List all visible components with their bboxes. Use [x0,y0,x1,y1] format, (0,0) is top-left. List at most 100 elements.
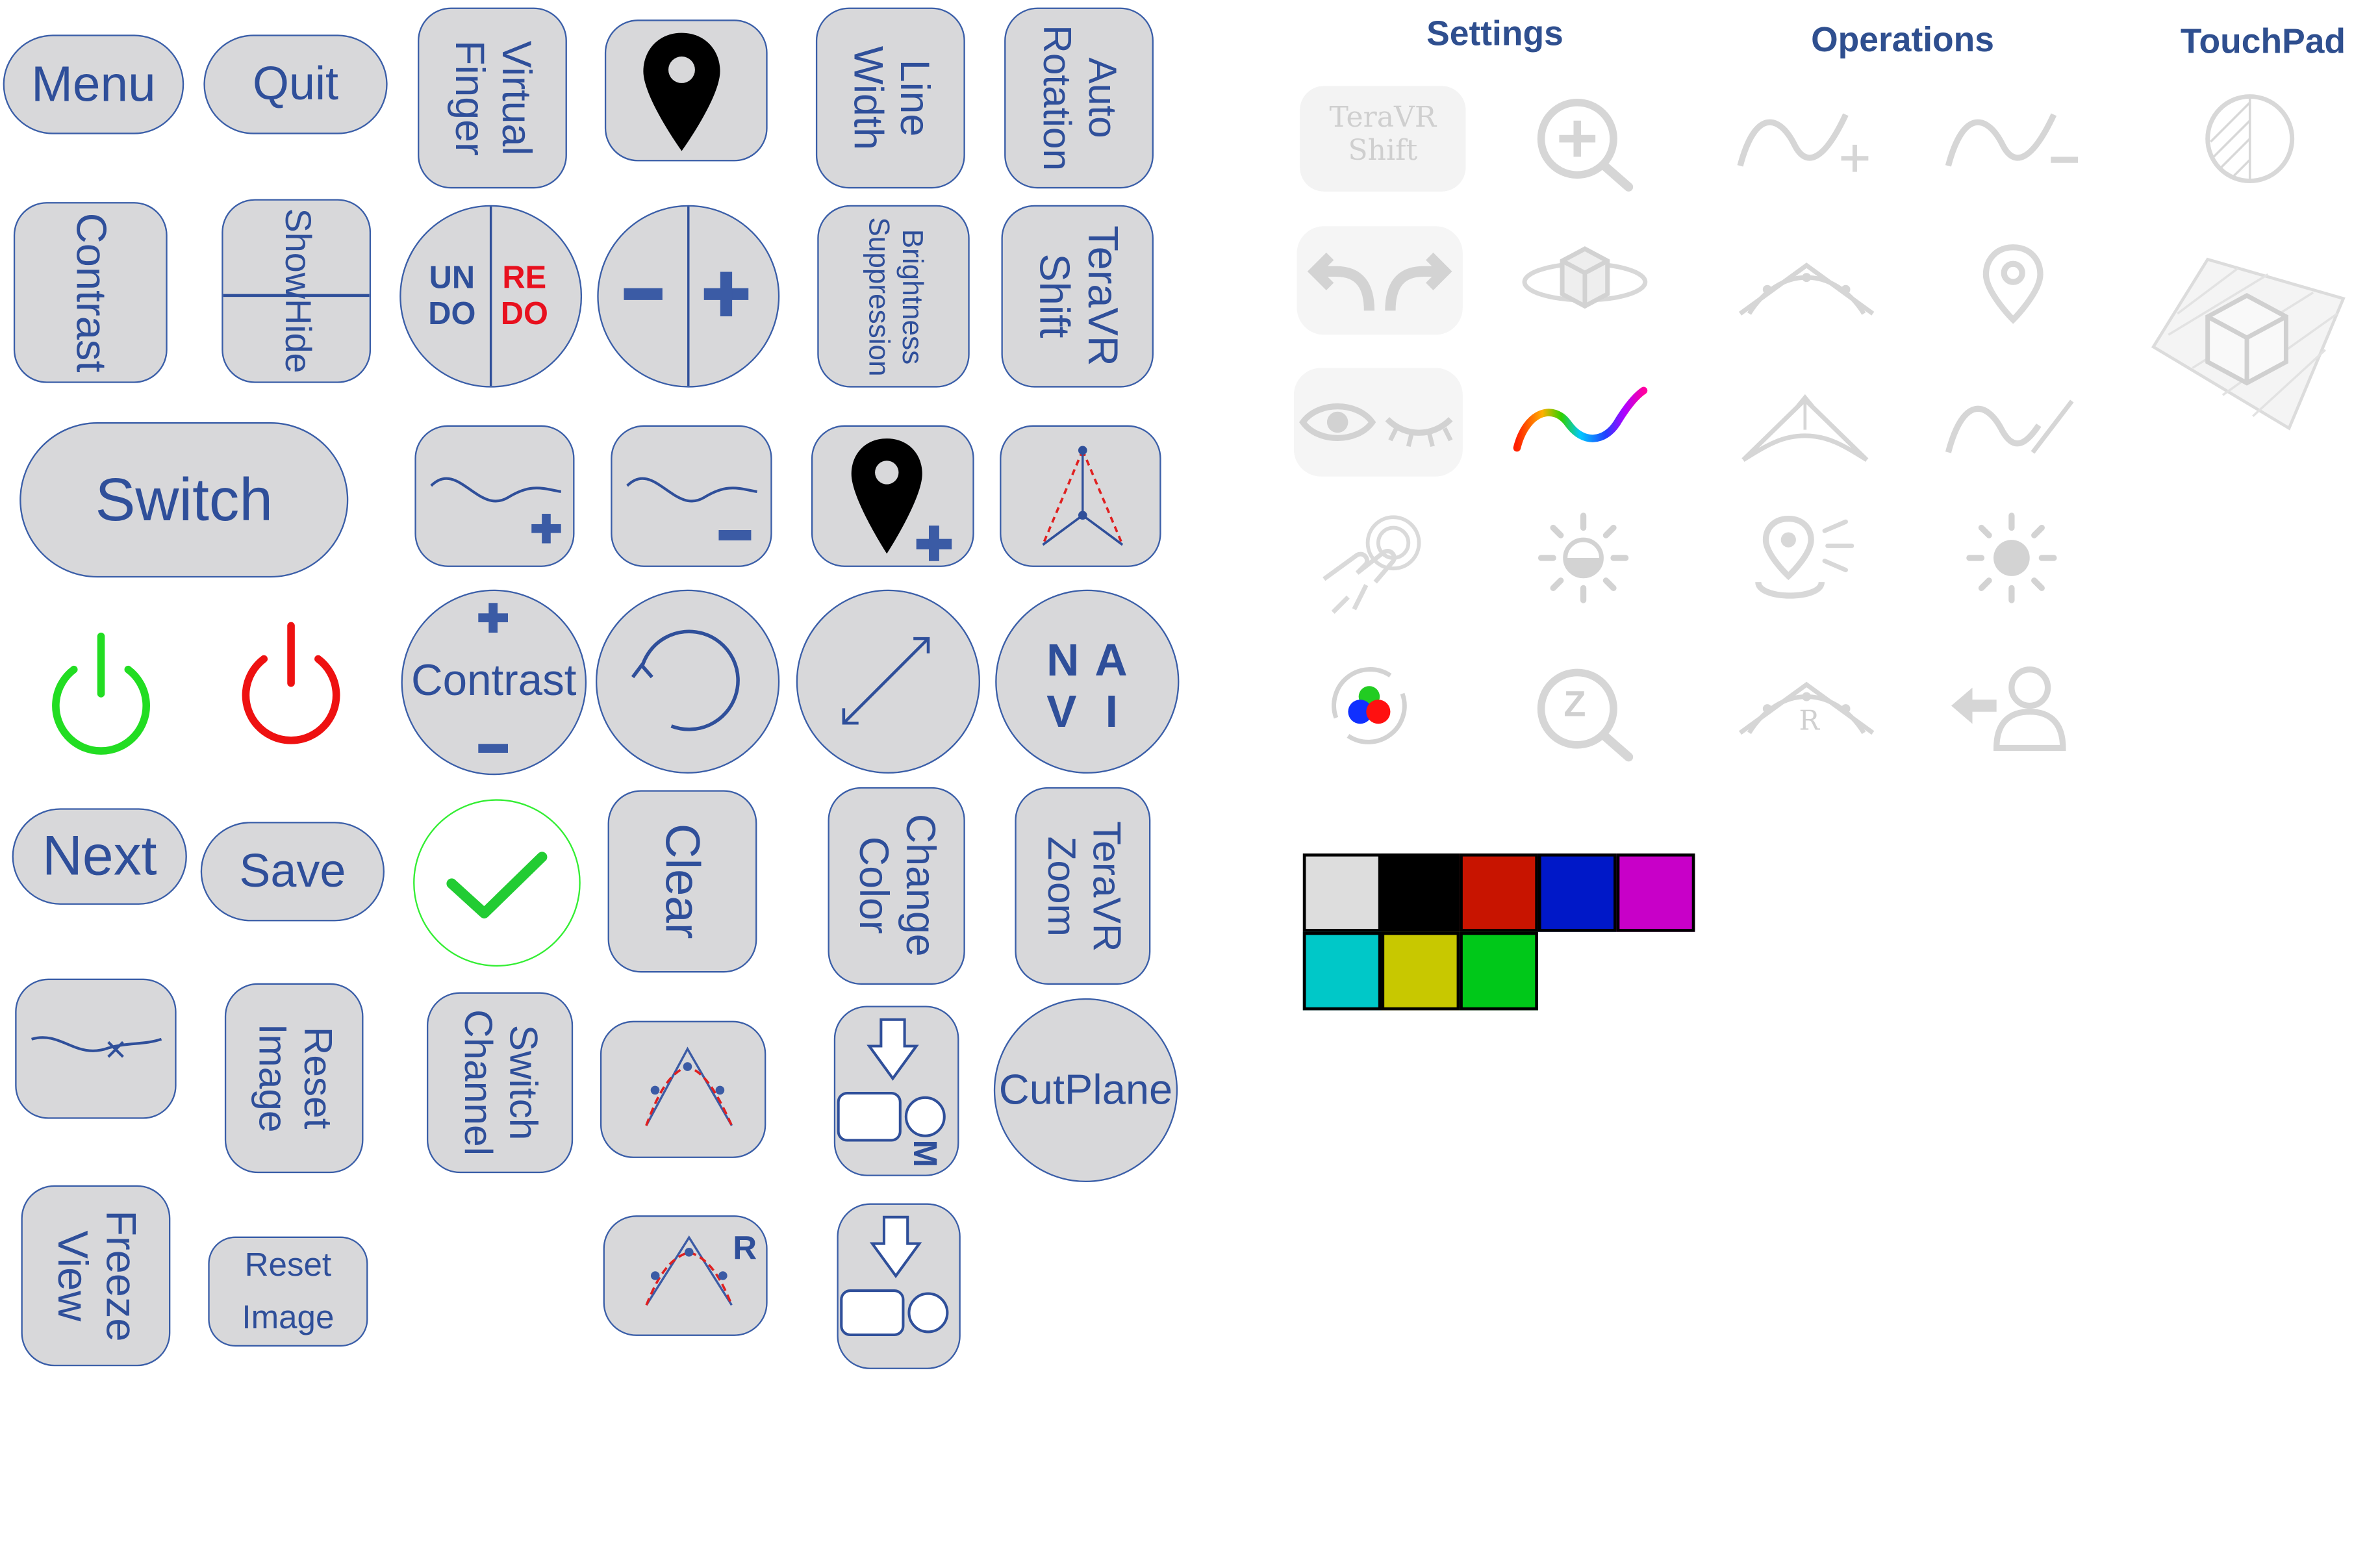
reset-image-vertical-button[interactable]: Reset Image [224,983,364,1174]
user-exit-ghost-icon[interactable] [1945,661,2075,754]
reset-image-button[interactable]: Reset Image [208,1236,368,1347]
touch-hand-ghost-icon[interactable] [1312,510,1436,618]
quit-button[interactable]: Quit [203,34,388,134]
save-label: Save [239,844,346,898]
freeze-view-label: Freeze View [49,1209,145,1342]
zoom-z-label: Z [1563,684,1586,726]
color-swatch-blue[interactable] [1538,853,1617,932]
color-swatch-magenta[interactable] [1616,853,1695,932]
move-shapes-button[interactable] [837,1203,961,1369]
brightness-suppression-button[interactable]: Brightness Suppression [817,205,970,388]
navi-button[interactable]: N A V I [995,589,1180,774]
line-width-label: Line Width [845,45,937,151]
m-label: M [906,1139,944,1168]
map-pin-icon [643,32,720,151]
navi-i: I [1105,687,1119,738]
navi-n: N [1046,636,1080,687]
remove-curve-button[interactable] [611,425,772,567]
menu-label: Menu [31,55,156,112]
teravr-shift-label: TeraVR Shift [1030,225,1126,367]
show-hide-eye-ghost-icon[interactable] [1293,368,1463,477]
power-off-icon[interactable] [231,611,351,746]
brightness-ghost-icon[interactable] [1964,510,2060,607]
r-label: R [733,1229,757,1267]
color-channel-icon[interactable] [1321,661,1418,751]
teravr-shift-button[interactable]: TeraVR Shift [1001,205,1154,388]
freeze-view-button[interactable]: Freeze View [21,1185,171,1367]
color-swatch-gray[interactable] [1302,853,1382,932]
next-button[interactable]: Next [12,808,187,905]
marker-signal-ghost-icon[interactable] [1749,510,1858,607]
half-circle-ghost-icon[interactable] [2201,90,2298,187]
contrast-button[interactable]: Contrast [13,202,168,383]
brightness-half-ghost-icon[interactable] [1535,510,1632,607]
reset-image-label: Reset Image [242,1246,335,1335]
show-hide-label: ShowHide [276,209,318,374]
teravr-zoom-button[interactable]: TeraVR Zoom [1015,787,1151,985]
line-width-button[interactable]: Line Width [815,7,965,189]
confirm-check-button[interactable] [413,799,581,967]
zoom-z-ghost-icon[interactable]: Z [1529,663,1638,763]
resize-button[interactable] [796,589,980,774]
color-swatch-red[interactable] [1460,853,1538,932]
change-color-label: Change Color [851,815,944,957]
auto-rotation-label: Auto Rotation [1035,25,1126,171]
cube-plane-ghost-icon[interactable] [2147,253,2349,431]
save-button[interactable]: Save [200,822,385,922]
move-m-button[interactable]: M [833,1005,959,1176]
curve-edit-ghost-icon[interactable] [1942,386,2081,461]
virtual-finger-button[interactable]: Virtual Finger [418,7,567,189]
touchpad-header: TouchPad [2180,21,2346,60]
curve-fit-r-button[interactable]: R [603,1215,768,1336]
curve-fit-button[interactable] [600,1020,766,1158]
undo-redo-button[interactable]: UN DO RE DO [399,205,583,388]
change-color-button[interactable]: Change Color [828,787,965,985]
curve-add-ghost-icon[interactable] [1734,99,1879,181]
color-swatch-yellow[interactable] [1381,931,1460,1011]
power-on-icon[interactable] [41,621,162,757]
cutplane-button[interactable]: CutPlane [993,998,1178,1183]
undo-redo-ghost-icon[interactable] [1297,226,1463,335]
teravr-shift-ghost-icon[interactable]: TeraVR Shift [1300,86,1466,192]
zoom-minus-plus-button[interactable] [597,205,780,388]
map-pin-plus-icon [851,438,952,561]
curve-remove-ghost-icon[interactable] [1942,99,2087,181]
place-marker-button[interactable] [604,19,768,162]
show-hide-button[interactable]: ShowHide [221,199,372,383]
redo-label: RE DO [500,260,548,333]
rotate-button[interactable] [595,589,780,774]
color-swatch-black[interactable] [1381,853,1460,932]
spline-r-label: R [1799,705,1820,738]
clear-label: Clear [655,824,711,939]
plus-minus-icon [478,603,508,753]
teravr-shift-ghost-label: TeraVR Shift [1329,101,1437,168]
color-swatch-cyan[interactable] [1302,931,1382,1011]
contrast-adjust-button[interactable]: Contrast [401,589,587,776]
teravr-zoom-label: TeraVR Zoom [1039,820,1130,952]
rotate-cube-ghost-icon[interactable] [1517,234,1652,327]
next-label: Next [42,824,157,887]
switch-button[interactable]: Switch [19,422,349,578]
spline-r-ghost-icon[interactable]: R [1734,676,1879,742]
connect-points-button[interactable] [1000,425,1161,567]
undo-label: UN DO [428,260,476,333]
switch-channel-button[interactable]: Switch Channel [426,992,574,1174]
contrast-label: Contrast [68,212,115,373]
color-palette [1302,853,1701,1013]
minus-plus-icon [624,207,749,386]
zoom-in-ghost-icon[interactable] [1529,90,1638,193]
rainbow-stroke-icon[interactable] [1508,381,1653,457]
add-curve-button[interactable] [414,425,575,567]
spline-lift-ghost-icon[interactable] [1737,385,1873,469]
add-marker-button[interactable] [811,425,974,567]
spline-points-ghost-icon[interactable] [1734,253,1879,323]
color-swatch-green[interactable] [1460,931,1538,1011]
auto-rotation-button[interactable]: Auto Rotation [1004,7,1154,189]
menu-button[interactable]: Menu [3,34,184,134]
cutplane-label: CutPlane [998,1066,1173,1113]
clear-button[interactable]: Clear [607,790,757,973]
curve-minus-icon [626,477,757,540]
switch-label: Switch [95,466,273,533]
delete-point-curve-button[interactable] [15,978,177,1119]
location-pin-ghost-icon[interactable] [1975,241,2051,325]
